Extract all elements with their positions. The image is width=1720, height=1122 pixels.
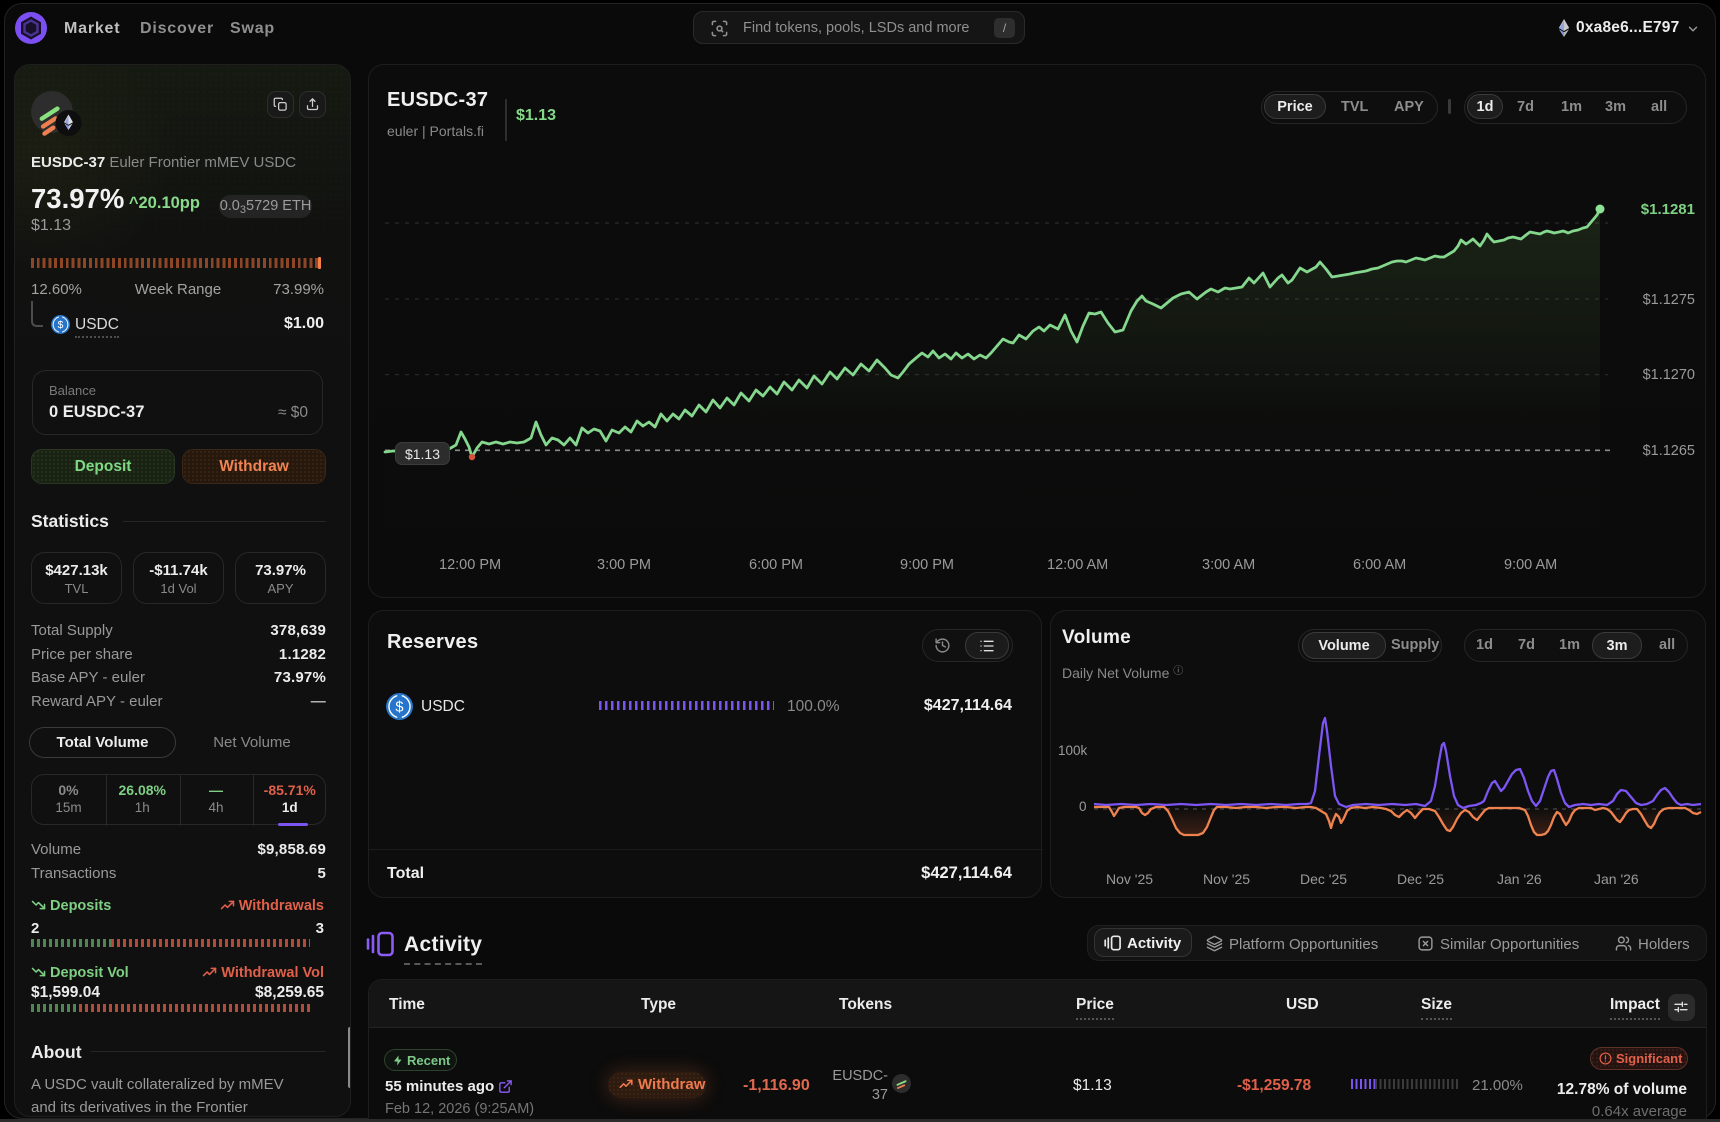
svg-text:$: $	[58, 320, 64, 331]
svg-text:$: $	[395, 700, 403, 716]
